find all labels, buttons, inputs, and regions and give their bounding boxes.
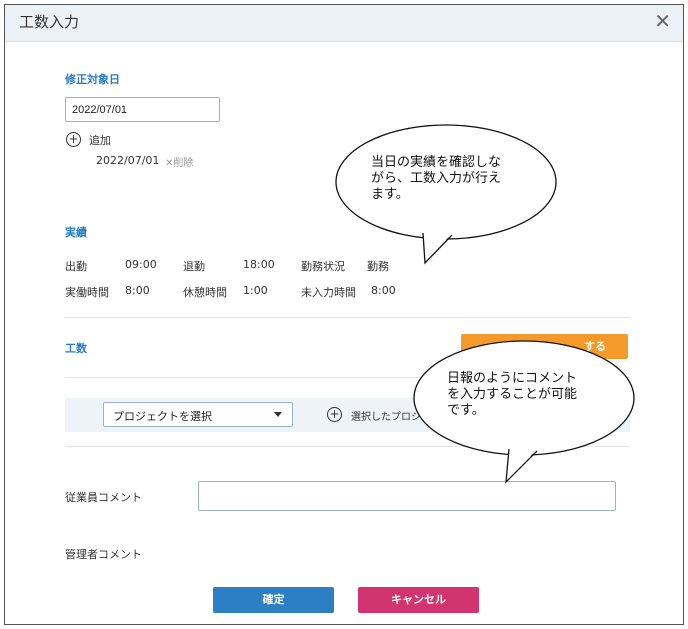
callout-text-2: 日報のようにコメント を入力することが可能 です。 — [447, 371, 578, 418]
clock-in-label: 出勤 — [65, 260, 87, 273]
project-select-value: プロジェクトを選択 — [113, 410, 212, 423]
break-hours-label: 休憩時間 — [183, 286, 227, 299]
actual-hours-label: 実働時間 — [65, 286, 109, 299]
unentered-hours-label: 未入力時間 — [301, 286, 356, 299]
clock-out-label: 退勤 — [183, 260, 205, 273]
added-date: 2022/07/01 — [96, 154, 160, 167]
dialog-title: 工数入力 — [19, 13, 80, 31]
clock-in-value: 09:00 — [125, 258, 157, 271]
project-select[interactable]: プロジェクトを選択 — [103, 402, 293, 427]
manhours-section-label: 工数 — [65, 342, 87, 355]
add-circle-icon[interactable]: + — [66, 132, 81, 147]
add-date-link[interactable]: 追加 — [89, 132, 111, 148]
unentered-hours-value: 8:00 — [371, 284, 396, 297]
dialog: 工数入力 ✕ 修正対象日 + 追加 2022/07/01 ✕削除 実績 出勤 0… — [4, 4, 684, 625]
results-section-label: 実績 — [65, 226, 87, 239]
manager-comment-label: 管理者コメント — [65, 548, 142, 561]
confirm-button[interactable]: 確定 — [213, 587, 334, 613]
clock-out-value: 18:00 — [243, 258, 275, 271]
divider — [65, 317, 630, 318]
add-circle-icon[interactable]: + — [327, 407, 342, 422]
actual-hours-value: 8:00 — [125, 284, 150, 297]
delete-date-link[interactable]: ✕削除 — [165, 154, 193, 169]
employee-comment-label: 従業員コメント — [65, 491, 142, 504]
dialog-header: 工数入力 ✕ — [5, 5, 683, 42]
date-input[interactable] — [65, 97, 220, 122]
callout-text-1: 当日の実績を確認しな がら、工数入力が行え ます。 — [371, 155, 502, 202]
caret-down-icon — [274, 412, 282, 417]
close-icon[interactable]: ✕ — [654, 9, 671, 33]
date-section-label: 修正対象日 — [65, 73, 120, 86]
break-hours-value: 1:00 — [243, 284, 268, 297]
cancel-button[interactable]: キャンセル — [358, 587, 479, 613]
